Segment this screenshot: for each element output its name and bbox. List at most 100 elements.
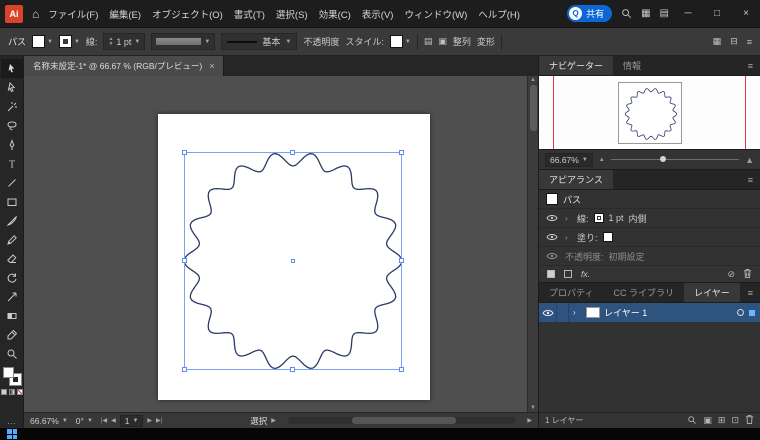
share-button[interactable]: Q 共有 xyxy=(567,5,612,22)
vertical-scrollbar[interactable]: ▲ ▼ xyxy=(527,76,538,412)
locate-object-icon[interactable] xyxy=(687,415,697,427)
new-sublayer-icon[interactable]: ⊞ xyxy=(718,415,726,426)
selection-handle-e[interactable] xyxy=(399,258,404,263)
horizontal-scroll-thumb[interactable] xyxy=(352,417,457,424)
zoom-slider-thumb[interactable] xyxy=(660,156,666,162)
panel-menu-icon[interactable]: ≡ xyxy=(741,283,760,302)
rectangle-tool-icon[interactable] xyxy=(1,192,23,211)
make-clipping-mask-icon[interactable]: ▣ xyxy=(703,415,712,426)
scroll-right-icon[interactable]: ▶ xyxy=(527,417,532,424)
stepper-arrows-icon[interactable]: ▲▼ xyxy=(108,37,113,47)
visibility-eye-icon[interactable] xyxy=(546,252,560,260)
layer-row[interactable]: › レイヤー 1 xyxy=(539,303,760,322)
workspace-switcher-icon[interactable]: ▤ xyxy=(660,8,669,19)
document-tab[interactable]: 名称未設定-1* @ 66.67 % (RGB/プレビュー) × xyxy=(24,56,224,76)
selection-handle-ne[interactable] xyxy=(399,150,404,155)
navigator-zoom-input[interactable]: 66.67%▼ xyxy=(545,153,593,167)
last-artboard-icon[interactable]: ▶| xyxy=(156,417,162,424)
minimize-icon[interactable]: ─ xyxy=(678,8,698,19)
zoom-in-icon[interactable]: ▲ xyxy=(745,155,754,165)
transform-panel-button[interactable]: 変形 xyxy=(477,35,495,48)
appearance-fill-row[interactable]: › 塗り: xyxy=(539,228,760,247)
canvas[interactable]: ▲ ▼ xyxy=(24,76,538,412)
vertical-scroll-thumb[interactable] xyxy=(530,85,537,131)
layer-lock-cell[interactable] xyxy=(557,303,569,322)
selection-tool-icon[interactable] xyxy=(1,59,23,78)
menu-help[interactable]: ヘルプ(H) xyxy=(478,7,520,21)
selection-handle-sw[interactable] xyxy=(182,367,187,372)
preferences-icon[interactable]: ▣ xyxy=(438,36,447,47)
stroke-row-align[interactable]: 内側 xyxy=(629,212,647,225)
selection-center-point[interactable] xyxy=(291,259,295,263)
zoom-slider[interactable] xyxy=(611,159,739,160)
status-display[interactable]: 選択▶ xyxy=(250,415,276,427)
menu-object[interactable]: オブジェクト(O) xyxy=(152,7,223,21)
visibility-eye-icon[interactable] xyxy=(546,214,560,222)
appearance-stroke-row[interactable]: › 線: 1 pt 内側 xyxy=(539,209,760,228)
magic-wand-tool-icon[interactable] xyxy=(1,97,23,116)
clear-appearance-icon[interactable]: ⊘ xyxy=(727,269,735,280)
next-artboard-icon[interactable]: ▶ xyxy=(147,417,152,424)
selection-handle-nw[interactable] xyxy=(182,150,187,155)
panel-menu-icon[interactable]: ≡ xyxy=(741,170,760,189)
brush-definition-dropdown[interactable]: 基本▼ xyxy=(221,33,297,50)
selection-handle-n[interactable] xyxy=(290,150,295,155)
layer-expand-arrow-icon[interactable]: › xyxy=(573,308,580,317)
gradient-tool-icon[interactable] xyxy=(1,306,23,325)
visibility-eye-icon[interactable] xyxy=(546,233,560,241)
tab-info[interactable]: 情報 xyxy=(613,56,651,75)
previous-artboard-icon[interactable]: ◀ xyxy=(111,417,116,424)
add-new-effect-icon[interactable]: fx. xyxy=(581,269,590,279)
scroll-up-icon[interactable]: ▲ xyxy=(530,77,536,83)
align-panel-button[interactable]: 整列 xyxy=(453,35,471,48)
paintbrush-tool-icon[interactable] xyxy=(1,211,23,230)
rotate-tool-icon[interactable] xyxy=(1,268,23,287)
expand-arrow-icon[interactable]: › xyxy=(565,233,572,242)
status-options-icon[interactable]: ▶ xyxy=(271,417,276,424)
artboard-number-dropdown[interactable]: 1▼ xyxy=(120,415,144,427)
tab-navigator[interactable]: ナビゲーター xyxy=(539,56,613,75)
scale-tool-icon[interactable] xyxy=(1,287,23,306)
menu-select[interactable]: 選択(S) xyxy=(276,7,308,21)
stroke-row-weight[interactable]: 1 pt xyxy=(609,213,624,223)
layer-thumbnail[interactable] xyxy=(586,307,600,318)
zoom-out-icon[interactable]: ▲ xyxy=(599,157,605,163)
document-setup-icon[interactable]: ▤ xyxy=(424,36,433,47)
layer-visibility-eye-icon[interactable] xyxy=(539,303,557,322)
maximize-icon[interactable]: □ xyxy=(707,8,727,19)
gradient-mode-icon[interactable] xyxy=(9,389,15,395)
tab-close-icon[interactable]: × xyxy=(209,61,214,71)
rotation-dropdown[interactable]: 0°▼ xyxy=(76,416,93,426)
scroll-down-icon[interactable]: ▼ xyxy=(530,405,536,411)
selection-bounding-box[interactable] xyxy=(184,152,402,370)
close-icon[interactable]: × xyxy=(736,8,756,19)
fill-row-swatch[interactable] xyxy=(603,232,613,242)
panel-dock-icon[interactable]: ⊟ xyxy=(730,36,738,47)
opacity-row-value[interactable]: 初期設定 xyxy=(609,250,645,263)
artboard[interactable] xyxy=(158,114,430,400)
type-tool-icon[interactable]: T xyxy=(1,154,23,173)
none-mode-icon[interactable] xyxy=(17,389,23,395)
menu-effect[interactable]: 効果(C) xyxy=(319,7,351,21)
edit-toolbar-icon[interactable]: … xyxy=(7,417,16,426)
tab-layers[interactable]: レイヤー xyxy=(684,283,740,302)
stroke-row-swatch[interactable] xyxy=(594,213,604,223)
shape-properties-icon[interactable]: ▦ xyxy=(713,36,722,47)
color-mode-icon[interactable] xyxy=(1,389,7,395)
arrange-documents-icon[interactable]: ▦ xyxy=(641,8,650,19)
more-options-icon[interactable]: ≡ xyxy=(747,37,752,47)
appearance-target-row[interactable]: パス xyxy=(539,190,760,209)
delete-layer-icon[interactable] xyxy=(745,414,754,427)
direct-selection-tool-icon[interactable] xyxy=(1,78,23,97)
selection-handle-se[interactable] xyxy=(399,367,404,372)
zoom-level-dropdown[interactable]: 66.67%▼ xyxy=(30,416,68,426)
stroke-weight-input[interactable]: ▲▼ 1 pt ▼ xyxy=(103,33,145,50)
eraser-tool-icon[interactable] xyxy=(1,249,23,268)
fill-stroke-swatches[interactable] xyxy=(3,367,21,385)
tab-properties[interactable]: プロパティ xyxy=(539,283,603,302)
tab-appearance[interactable]: アピアランス xyxy=(539,170,613,189)
opacity-link[interactable]: 不透明度 xyxy=(303,35,339,48)
chevron-down-icon[interactable]: ▼ xyxy=(134,39,140,45)
fill-color-picker[interactable]: ▼ xyxy=(32,35,53,48)
app-logo-icon[interactable]: Ai xyxy=(5,5,23,23)
